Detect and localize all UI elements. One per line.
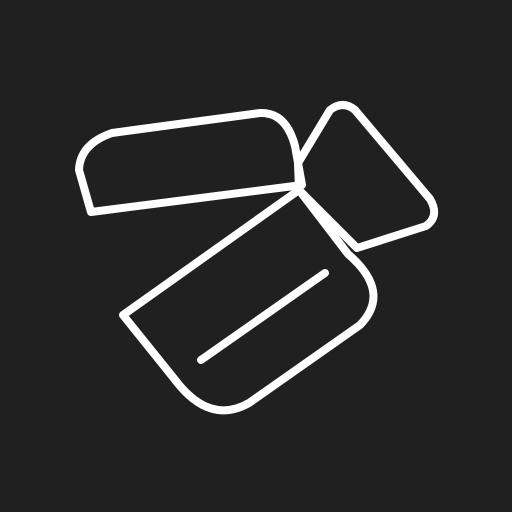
video-camera-icon	[0, 0, 512, 512]
icon-background	[0, 0, 512, 512]
app-icon	[0, 0, 512, 512]
